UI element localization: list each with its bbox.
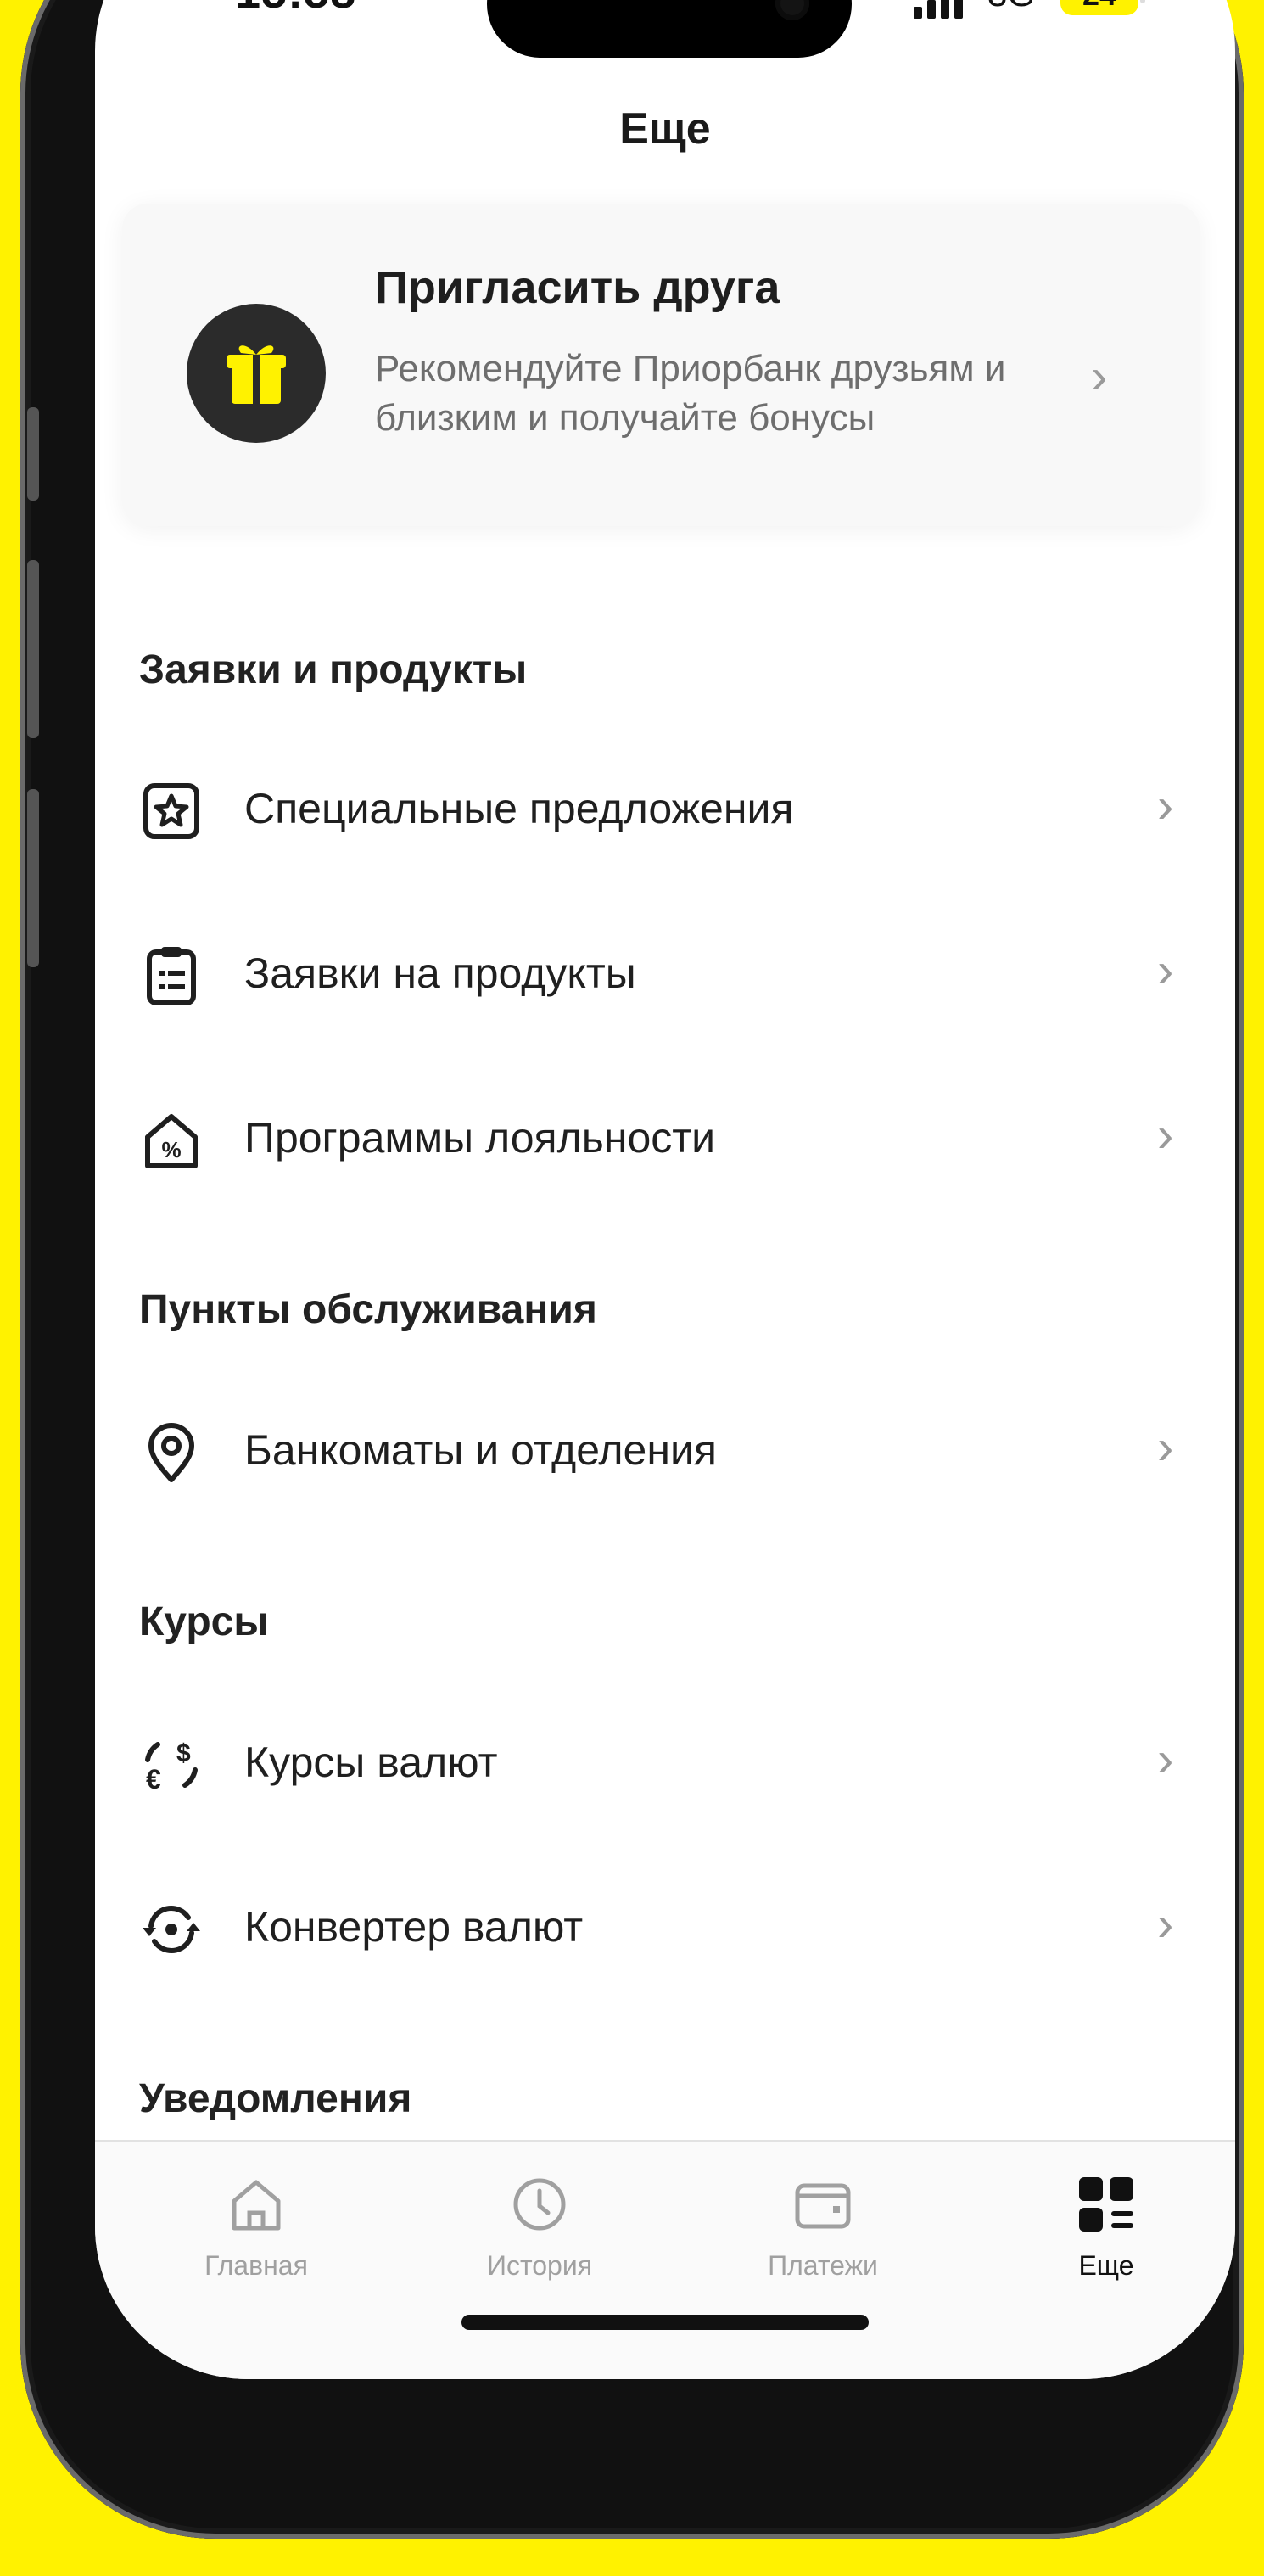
clock-icon [506,2170,573,2238]
tab-label: Платежи [768,2250,878,2281]
location-pin-icon [139,1420,204,1485]
menu-item-exchange-rates[interactable]: $ € Курсы валют › [95,1714,1235,1799]
page-title: Еще [619,104,711,154]
volume-up-button [27,560,39,738]
menu-item-loyalty-programs[interactable]: % Программы лояльности › [95,1089,1235,1174]
section-title-service: Пункты обслуживания [139,1287,597,1332]
chevron-right-icon: › [1157,1732,1174,1787]
battery-icon: 24 [1060,0,1138,15]
percent-house-icon: % [139,1108,204,1173]
clipboard-list-icon [139,944,204,1008]
menu-item-label: Программы лояльности [244,1114,716,1162]
phone-frame: 15:58 3G 24 Еще Пригласить друга Рекомен… [20,0,1244,2539]
home-indicator [461,2315,869,2330]
menu-item-label: Курсы валют [244,1739,498,1786]
volume-down-button [27,789,39,967]
star-badge-icon [139,779,204,843]
battery-tip [1140,0,1145,3]
tab-payments[interactable]: Платежи [696,2170,950,2282]
tab-history[interactable]: История [412,2170,667,2282]
svg-text:%: % [161,1137,181,1162]
status-time: 15:58 [235,0,356,19]
menu-item-product-requests[interactable]: Заявки на продукты › [95,925,1235,1010]
network-type: 3G [987,0,1035,14]
menu-item-atms-branches[interactable]: Банкоматы и отделения › [95,1402,1235,1487]
currency-exchange-icon: $ € [139,1733,204,1797]
tab-bar: Главная История Платежи Еще [95,2140,1235,2379]
section-title-rates: Курсы [139,1599,269,1644]
tab-label: История [486,2250,593,2281]
chevron-right-icon: › [1157,1896,1174,1952]
tab-more[interactable]: Еще [979,2170,1233,2282]
signal-icon [914,0,963,19]
section-title-requests: Заявки и продукты [139,647,528,692]
svg-text:€: € [146,1764,161,1795]
tab-label: Еще [1078,2250,1134,2281]
converter-icon [139,1897,204,1962]
chevron-right-icon: › [1157,1107,1174,1162]
menu-item-label: Конвертер валют [244,1903,584,1951]
wallet-icon [789,2170,857,2238]
tab-home[interactable]: Главная [129,2170,383,2282]
menu-item-currency-converter[interactable]: Конвертер валют › [95,1879,1235,1963]
chevron-right-icon: › [1157,778,1174,833]
home-icon [222,2170,290,2238]
invite-title: Пригласить друга [375,262,780,313]
menu-item-label: Банкоматы и отделения [244,1426,717,1474]
tab-label: Главная [204,2250,308,2281]
chevron-right-icon: › [1157,1420,1174,1475]
menu-item-label: Специальные предложения [244,785,794,832]
menu-item-label: Заявки на продукты [244,949,636,997]
chevron-right-icon: › [1157,943,1174,998]
gift-icon [187,304,326,443]
screen: 15:58 3G 24 Еще Пригласить друга Рекомен… [95,0,1235,2379]
section-title-notifications: Уведомления [139,2076,412,2121]
mute-switch [27,407,39,501]
invite-subtitle: Рекомендуйте Приорбанк друзьям и близким… [375,348,1006,439]
grid-menu-icon [1072,2170,1140,2238]
menu-item-special-offers[interactable]: Специальные предложения › [95,760,1235,845]
chevron-right-icon: › [1091,349,1108,404]
svg-text:$: $ [176,1739,191,1767]
